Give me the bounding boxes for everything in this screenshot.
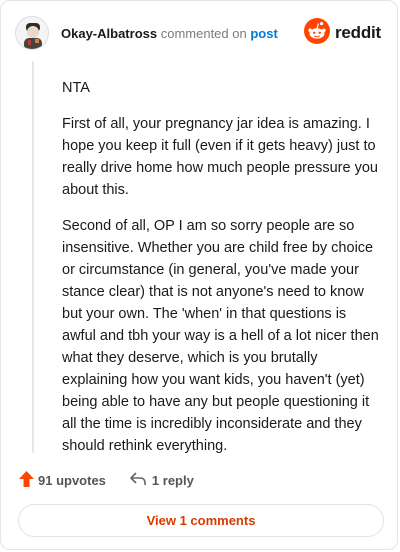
reply-count: 1 reply (151, 472, 194, 488)
reddit-logo[interactable]: reddit (303, 17, 381, 49)
comment-paragraph: Second of all, OP I am so sorry people a… (62, 218, 379, 454)
upvote-arrow-icon (19, 470, 34, 490)
comment-paragraph: First of all, your pregnancy jar idea is… (62, 116, 378, 198)
comment-body: NTA First of all, your pregnancy jar ide… (62, 77, 382, 471)
reply-arrow-icon (130, 471, 146, 489)
comment-footer: 91 upvotes 1 reply (19, 469, 194, 491)
comment-card: Okay-Albatross commented on post reddit (0, 0, 398, 550)
comment-header: Okay-Albatross commented on post reddit (15, 15, 381, 51)
reply-button[interactable]: 1 reply (130, 471, 194, 489)
thread-line[interactable] (32, 61, 34, 453)
action-text: commented on (160, 25, 247, 41)
reddit-snoo-icon (303, 17, 330, 49)
post-link[interactable]: post (250, 26, 277, 41)
upvote-button[interactable]: 91 upvotes (19, 470, 106, 490)
view-comments-button[interactable]: View 1 comments (18, 504, 384, 537)
comment-meta: Okay-Albatross commented on post (61, 26, 278, 41)
user-avatar[interactable] (15, 16, 49, 50)
reddit-wordmark: reddit (334, 23, 381, 42)
comment-paragraph: NTA (62, 80, 90, 96)
upvote-count: 91 upvotes (38, 472, 106, 488)
author-name[interactable]: Okay-Albatross (61, 26, 157, 41)
